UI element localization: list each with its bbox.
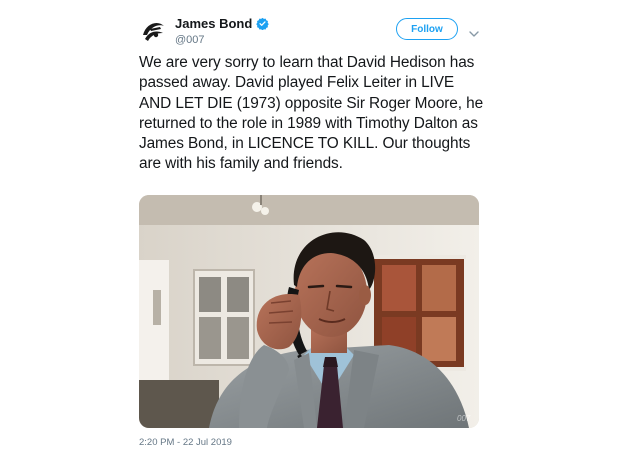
author-name-row[interactable]: James Bond xyxy=(175,16,270,31)
watermark-text: 007 xyxy=(457,414,471,423)
timestamp[interactable]: 2:20 PM - 22 Jul 2019 xyxy=(139,437,232,448)
display-name[interactable]: James Bond xyxy=(175,16,252,31)
tweet-text: We are very sorry to learn that David He… xyxy=(139,54,484,173)
tweet-photo[interactable]: 007 xyxy=(139,195,479,428)
chevron-down-icon[interactable] xyxy=(469,25,479,37)
tweet-card: James Bond @007 Follow We are very sorry… xyxy=(128,0,490,458)
007-gun-logo-icon xyxy=(139,16,167,44)
verified-badge-icon xyxy=(256,17,270,31)
handle[interactable]: @007 xyxy=(175,34,205,46)
follow-button[interactable]: Follow xyxy=(396,18,458,40)
avatar[interactable] xyxy=(138,15,168,45)
